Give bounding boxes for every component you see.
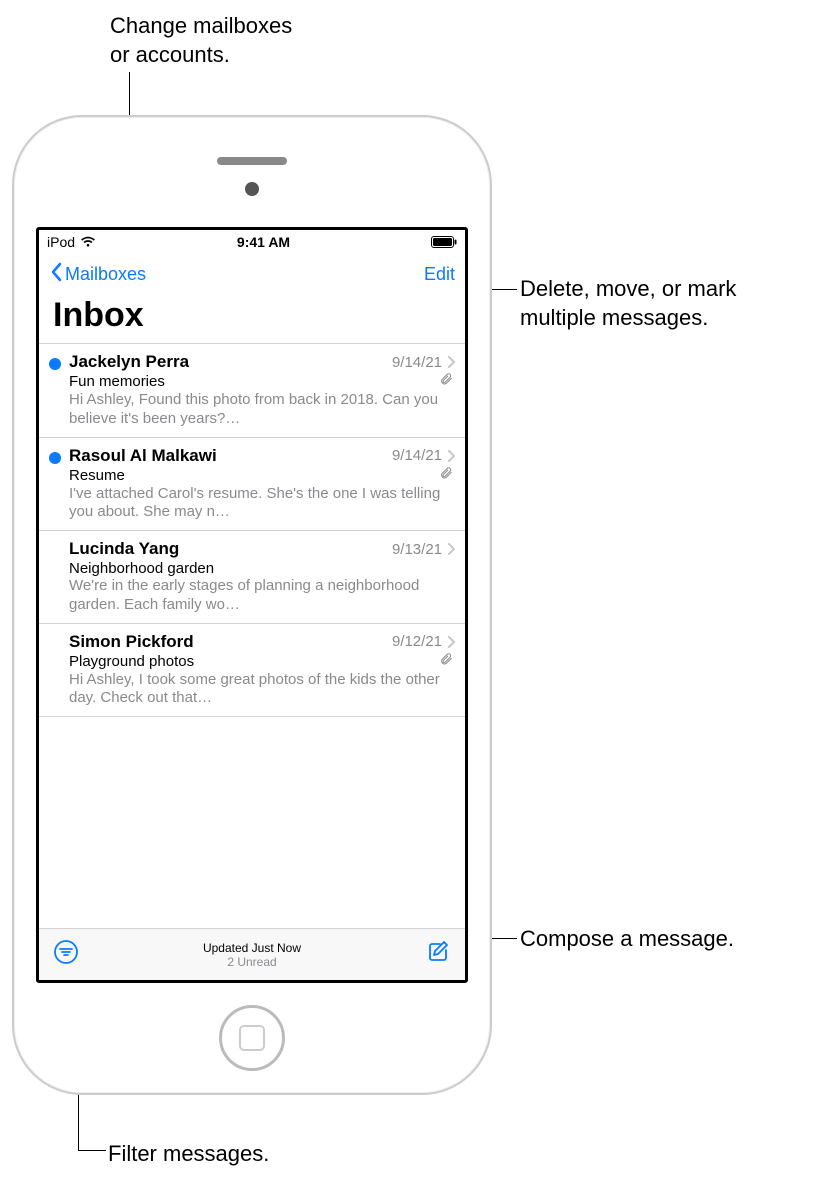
- sender-name: Jackelyn Perra: [69, 352, 189, 372]
- message-row[interactable]: Jackelyn Perra 9/14/21 Fun memories Hi A…: [39, 344, 465, 438]
- message-subject: Playground photos: [69, 653, 194, 670]
- chevron-right-icon: [447, 450, 455, 462]
- message-row[interactable]: Lucinda Yang 9/13/21 Neighborhood garden…: [39, 531, 465, 624]
- back-label: Mailboxes: [65, 264, 146, 285]
- message-preview: Hi Ashley, Found this photo from back in…: [69, 391, 455, 429]
- message-date: 9/12/21: [392, 633, 442, 650]
- attachment-icon: [439, 372, 453, 391]
- status-time: 9:41 AM: [237, 234, 290, 250]
- message-preview: I've attached Carol's resume. She's the …: [69, 485, 455, 523]
- wifi-icon: [80, 236, 96, 248]
- callout-mailboxes: Change mailboxes or accounts.: [110, 12, 310, 69]
- back-button[interactable]: Mailboxes: [49, 262, 146, 287]
- message-preview: Hi Ashley, I took some great photos of t…: [69, 671, 455, 709]
- message-date: 9/14/21: [392, 354, 442, 371]
- nav-bar: Mailboxes Edit: [39, 254, 465, 294]
- attachment-icon: [439, 652, 453, 671]
- status-device: iPod: [47, 234, 75, 250]
- battery-icon: [431, 236, 457, 248]
- compose-button[interactable]: [425, 939, 451, 970]
- message-subject: Resume: [69, 467, 125, 484]
- message-row[interactable]: Rasoul Al Malkawi 9/14/21 Resume I've at…: [39, 438, 465, 532]
- callout-line: [78, 1150, 106, 1151]
- message-subject: Neighborhood garden: [69, 560, 455, 577]
- chevron-right-icon: [447, 543, 455, 555]
- unread-dot-icon: [49, 358, 61, 370]
- chevron-left-icon: [49, 262, 65, 287]
- ipod-device-frame: iPod 9:41 AM Mailboxes Edit Inbo: [12, 115, 492, 1095]
- filter-button[interactable]: [53, 939, 79, 970]
- home-button[interactable]: [219, 1005, 285, 1071]
- sender-name: Lucinda Yang: [69, 539, 179, 559]
- sender-name: Simon Pickford: [69, 632, 194, 652]
- message-row[interactable]: Simon Pickford 9/12/21 Playground photos…: [39, 624, 465, 718]
- device-camera: [245, 182, 259, 196]
- callout-edit: Delete, move, or mark multiple messages.: [520, 275, 800, 332]
- callout-compose: Compose a message.: [520, 925, 780, 954]
- unread-dot-icon: [49, 452, 61, 464]
- unread-count: 2 Unread: [39, 955, 465, 969]
- message-date: 9/14/21: [392, 447, 442, 464]
- edit-button[interactable]: Edit: [424, 264, 455, 285]
- updated-text: Updated Just Now: [203, 941, 301, 955]
- attachment-icon: [439, 466, 453, 485]
- message-subject: Fun memories: [69, 373, 165, 390]
- message-preview: We're in the early stages of planning a …: [69, 577, 455, 615]
- page-title: Inbox: [39, 294, 465, 343]
- message-list[interactable]: Jackelyn Perra 9/14/21 Fun memories Hi A…: [39, 343, 465, 928]
- status-bar: iPod 9:41 AM: [39, 230, 465, 254]
- sender-name: Rasoul Al Malkawi: [69, 446, 217, 466]
- screen: iPod 9:41 AM Mailboxes Edit Inbo: [36, 227, 468, 983]
- message-date: 9/13/21: [392, 541, 442, 558]
- toolbar-status: Updated Just Now 2 Unread: [39, 941, 465, 969]
- callout-filter: Filter messages.: [108, 1140, 308, 1169]
- device-speaker: [217, 157, 287, 165]
- chevron-right-icon: [447, 356, 455, 368]
- chevron-right-icon: [447, 636, 455, 648]
- toolbar: Updated Just Now 2 Unread: [39, 928, 465, 980]
